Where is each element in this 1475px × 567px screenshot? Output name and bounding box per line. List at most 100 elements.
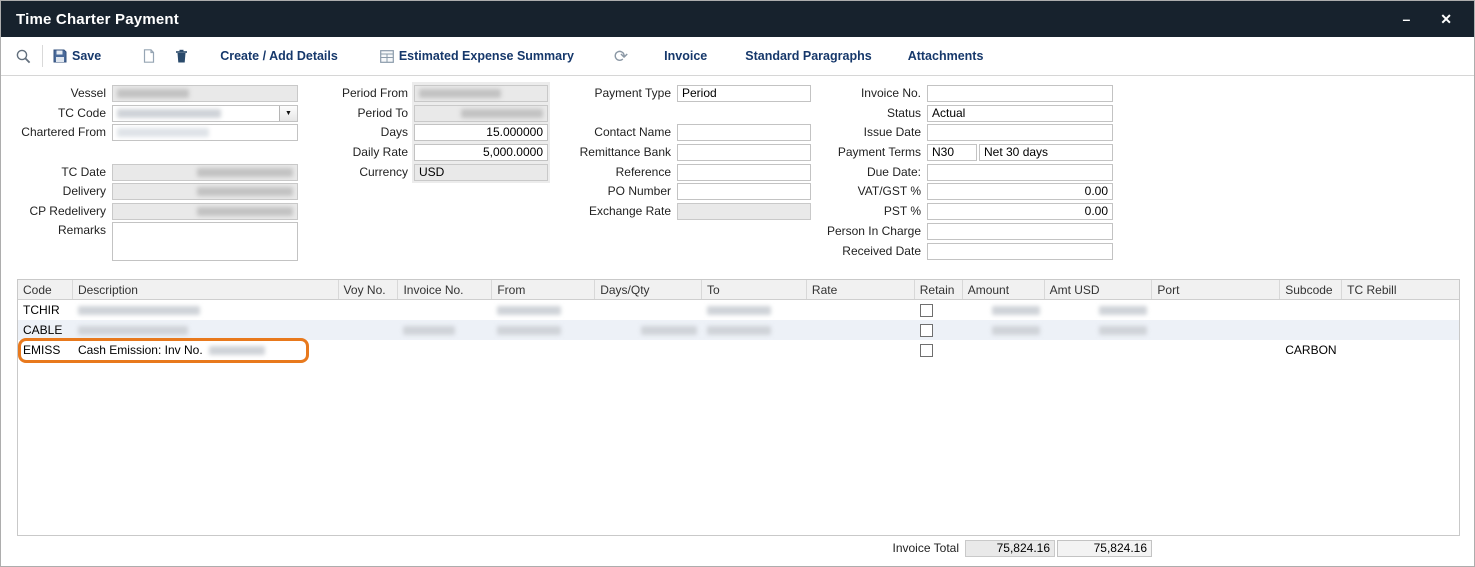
cell-tc-rebill	[1342, 300, 1459, 320]
reference-field[interactable]	[677, 164, 811, 181]
redacted-text	[117, 89, 189, 98]
received-date-label: Received Date	[801, 244, 927, 258]
payment-terms-desc-field[interactable]: Net 30 days	[979, 144, 1113, 161]
exchange-rate-field[interactable]	[677, 203, 811, 220]
minimize-icon[interactable]: –	[1402, 12, 1410, 26]
daily-rate-value: 5,000.0000	[483, 145, 543, 159]
chartered-from-field[interactable]	[112, 124, 298, 141]
column-header-amount[interactable]: Amount	[963, 280, 1045, 299]
invoice-no-field[interactable]	[927, 85, 1113, 102]
days-field[interactable]: 15.000000	[414, 124, 548, 141]
cell-amount	[963, 320, 1045, 340]
tc-code-select[interactable]: ▼	[112, 105, 298, 122]
standard-paragraphs-button[interactable]: Standard Paragraphs	[745, 49, 871, 63]
cell-from	[492, 320, 595, 340]
status-field[interactable]: Actual	[927, 105, 1113, 122]
vessel-label: Vessel	[1, 86, 112, 100]
column-header-port[interactable]: Port	[1152, 280, 1280, 299]
delivery-field[interactable]	[112, 183, 298, 200]
save-button[interactable]: Save	[53, 49, 101, 63]
table-row[interactable]: TCHIR	[18, 300, 1459, 320]
cell-amt-usd	[1045, 320, 1153, 340]
period-from-field[interactable]	[414, 85, 548, 102]
period-from-label: Period From	[331, 86, 414, 100]
received-date-field[interactable]	[927, 243, 1113, 260]
chevron-down-icon[interactable]: ▼	[279, 106, 297, 121]
table-row[interactable]: EMISS Cash Emission: Inv No. CARBON	[18, 340, 1459, 360]
currency-field[interactable]: USD	[414, 164, 548, 181]
search-icon[interactable]	[15, 48, 32, 65]
estimated-expense-summary-label: Estimated Expense Summary	[399, 49, 574, 63]
column-header-invoice-no[interactable]: Invoice No.	[398, 280, 492, 299]
line-items-grid: Code Description Voy No. Invoice No. Fro…	[17, 279, 1460, 536]
estimated-expense-summary-button[interactable]: Estimated Expense Summary	[380, 49, 574, 63]
status-label: Status	[801, 106, 927, 120]
cell-to	[702, 340, 807, 360]
period-to-field[interactable]	[414, 105, 548, 122]
column-header-description[interactable]: Description	[73, 280, 339, 299]
grid-header-row: Code Description Voy No. Invoice No. Fro…	[18, 280, 1459, 300]
retain-checkbox[interactable]	[920, 324, 933, 337]
column-header-rate[interactable]: Rate	[807, 280, 915, 299]
person-in-charge-field[interactable]	[927, 223, 1113, 240]
period-to-label: Period To	[331, 106, 414, 120]
cell-port	[1152, 320, 1280, 340]
column-header-subcode[interactable]: Subcode	[1280, 280, 1342, 299]
redacted-text	[641, 326, 697, 335]
delete-trash-icon[interactable]	[175, 49, 188, 64]
payment-type-field[interactable]: Period	[677, 85, 811, 102]
column-header-days-qty[interactable]: Days/Qty	[595, 280, 702, 299]
payment-terms-label: Payment Terms	[801, 145, 927, 159]
column-header-voy-no[interactable]: Voy No.	[339, 280, 399, 299]
payment-terms-code-field[interactable]: N30	[927, 144, 977, 161]
attachments-button[interactable]: Attachments	[908, 49, 984, 63]
column-header-retain[interactable]: Retain	[915, 280, 963, 299]
cell-amount	[963, 340, 1045, 360]
redacted-text	[78, 306, 200, 315]
close-icon[interactable]: ✕	[1440, 12, 1452, 26]
column-header-to[interactable]: To	[702, 280, 807, 299]
refresh-icon[interactable]: ⟳	[614, 48, 628, 65]
cell-retain	[915, 320, 963, 340]
redacted-text	[403, 326, 455, 335]
daily-rate-field[interactable]: 5,000.0000	[414, 144, 548, 161]
cell-rate	[807, 320, 915, 340]
cp-redelivery-field[interactable]	[112, 203, 298, 220]
redacted-text	[78, 326, 188, 335]
pst-field[interactable]: 0.00	[927, 203, 1113, 220]
retain-checkbox[interactable]	[920, 344, 933, 357]
tc-date-field[interactable]	[112, 164, 298, 181]
redacted-text	[992, 326, 1040, 335]
cell-amt-usd	[1045, 300, 1153, 320]
vat-gst-field[interactable]: 0.00	[927, 183, 1113, 200]
column-header-from[interactable]: From	[492, 280, 595, 299]
remarks-field[interactable]	[112, 222, 298, 261]
cell-amount	[963, 300, 1045, 320]
column-header-code[interactable]: Code	[18, 280, 73, 299]
remittance-bank-field[interactable]	[677, 144, 811, 161]
delivery-label: Delivery	[1, 184, 112, 198]
po-number-field[interactable]	[677, 183, 811, 200]
redacted-text	[1099, 306, 1147, 315]
redacted-text	[707, 326, 771, 335]
column-header-amt-usd[interactable]: Amt USD	[1045, 280, 1153, 299]
currency-label: Currency	[331, 165, 414, 179]
vessel-field[interactable]	[112, 85, 298, 102]
cell-description	[73, 320, 339, 340]
due-date-field[interactable]	[927, 164, 1113, 181]
cell-invoice-no	[398, 340, 492, 360]
invoice-button[interactable]: Invoice	[664, 49, 707, 63]
copy-icon[interactable]	[143, 49, 155, 63]
table-row[interactable]: CABLE	[18, 320, 1459, 340]
pst-value: 0.00	[1085, 204, 1108, 218]
retain-checkbox[interactable]	[920, 304, 933, 317]
window-controls: – ✕	[1402, 12, 1474, 26]
issue-date-field[interactable]	[927, 124, 1113, 141]
tc-code-label: TC Code	[1, 106, 112, 120]
cell-rate	[807, 300, 915, 320]
payment-type-label: Payment Type	[561, 86, 677, 100]
contact-name-field[interactable]	[677, 124, 811, 141]
redacted-text	[497, 326, 561, 335]
create-add-details-button[interactable]: Create / Add Details	[220, 49, 338, 63]
column-header-tc-rebill[interactable]: TC Rebill	[1342, 280, 1459, 299]
